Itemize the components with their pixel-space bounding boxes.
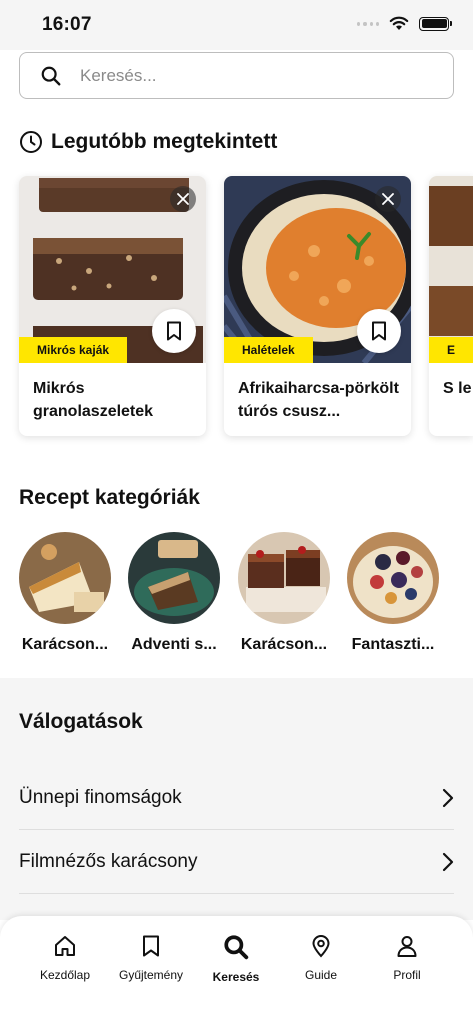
- category-image: [238, 532, 330, 624]
- tab-search[interactable]: Keresés: [193, 934, 279, 984]
- selection-label: Filmnézős karácsony: [19, 850, 198, 872]
- recipe-title: Mikrós granolaszeletek: [33, 380, 154, 420]
- chevron-right-icon: [442, 788, 454, 807]
- recipe-image: [429, 176, 473, 363]
- remove-recent-button[interactable]: [170, 186, 196, 212]
- category-image: [347, 532, 439, 624]
- tab-label: Gyűjtemény: [118, 968, 184, 982]
- category-item[interactable]: Adventi s...: [128, 532, 220, 654]
- category-badge: E: [429, 337, 473, 363]
- category-label: Karácson...: [21, 636, 109, 653]
- tab-label: Keresés: [212, 970, 260, 984]
- selection-row[interactable]: Filmnézős karácsony: [19, 830, 454, 894]
- selections-title: Válogatások: [19, 710, 143, 733]
- bookmark-icon: [372, 321, 386, 341]
- status-time: 16:07: [42, 14, 92, 35]
- recipe-card[interactable]: Mikrós kaják Mikrós granolaszeletek: [19, 176, 206, 436]
- search-screen-content[interactable]: Legutóbb megtekintett Mikrós kaják Mikró…: [0, 50, 473, 920]
- search-icon: [41, 66, 61, 86]
- category-badge: Halételek: [224, 337, 313, 363]
- bookmark-button[interactable]: [357, 309, 401, 353]
- close-icon: [382, 193, 394, 205]
- tab-home[interactable]: Kezdőlap: [22, 934, 108, 982]
- clock-icon: [20, 131, 42, 153]
- category-label: Karácson...: [240, 636, 328, 653]
- category-badge: Mikrós kaják: [19, 337, 128, 363]
- wifi-icon: [389, 16, 409, 30]
- status-bar: 16:07: [0, 0, 473, 50]
- recipe-categories-header: Recept kategóriák: [19, 486, 200, 510]
- tab-label: Guide: [304, 968, 338, 982]
- category-image: [128, 532, 220, 624]
- tab-label: Profil: [393, 968, 421, 982]
- bottom-tab-bar: Kezdőlap Gyűjtemény Keresés Guide Profil: [0, 916, 473, 1024]
- tab-label: Kezdőlap: [39, 968, 91, 982]
- bookmark-icon: [167, 321, 181, 341]
- recipe-title: S le: [443, 380, 472, 397]
- search-icon: [224, 935, 249, 960]
- bookmark-icon: [143, 935, 159, 957]
- selection-row[interactable]: Ünnepi finomságok: [19, 766, 454, 830]
- battery-icon: [419, 16, 452, 31]
- category-label: Adventi s...: [131, 636, 217, 653]
- status-icons: [357, 16, 452, 31]
- tab-profile[interactable]: Profil: [364, 934, 450, 982]
- category-item[interactable]: Karácson...: [19, 532, 111, 654]
- search-bar[interactable]: [19, 52, 454, 99]
- recipe-title: Afrikaiharcsa-pörkölt túrós csusz...: [238, 380, 399, 420]
- selection-label: Ünnepi finomságok: [19, 786, 182, 808]
- remove-recent-button[interactable]: [375, 186, 401, 212]
- cellular-signal-icon: [357, 21, 379, 27]
- close-icon: [177, 193, 189, 205]
- location-pin-icon: [312, 935, 330, 958]
- user-icon: [397, 936, 417, 957]
- tab-guide[interactable]: Guide: [278, 934, 364, 982]
- recipe-categories-title: Recept kategóriák: [19, 486, 200, 509]
- tab-collection[interactable]: Gyűjtemény: [108, 934, 194, 982]
- category-item[interactable]: Karácson...: [238, 532, 330, 654]
- category-label: Fantaszti...: [351, 636, 435, 653]
- search-input[interactable]: [80, 64, 440, 88]
- home-icon: [55, 936, 75, 956]
- recently-viewed-title: Legutóbb megtekintett: [51, 130, 278, 153]
- recipe-card[interactable]: E S le: [429, 176, 473, 436]
- bookmark-button[interactable]: [152, 309, 196, 353]
- recently-viewed-header: Legutóbb megtekintett: [19, 130, 277, 154]
- category-image: [19, 532, 111, 624]
- selections-section: Válogatások Ünnepi finomságok Filmnézős …: [0, 678, 473, 920]
- category-item[interactable]: Fantaszti...: [347, 532, 439, 654]
- recipe-card[interactable]: Halételek Afrikaiharcsa-pörkölt túrós cs…: [224, 176, 411, 436]
- chevron-right-icon: [442, 852, 454, 871]
